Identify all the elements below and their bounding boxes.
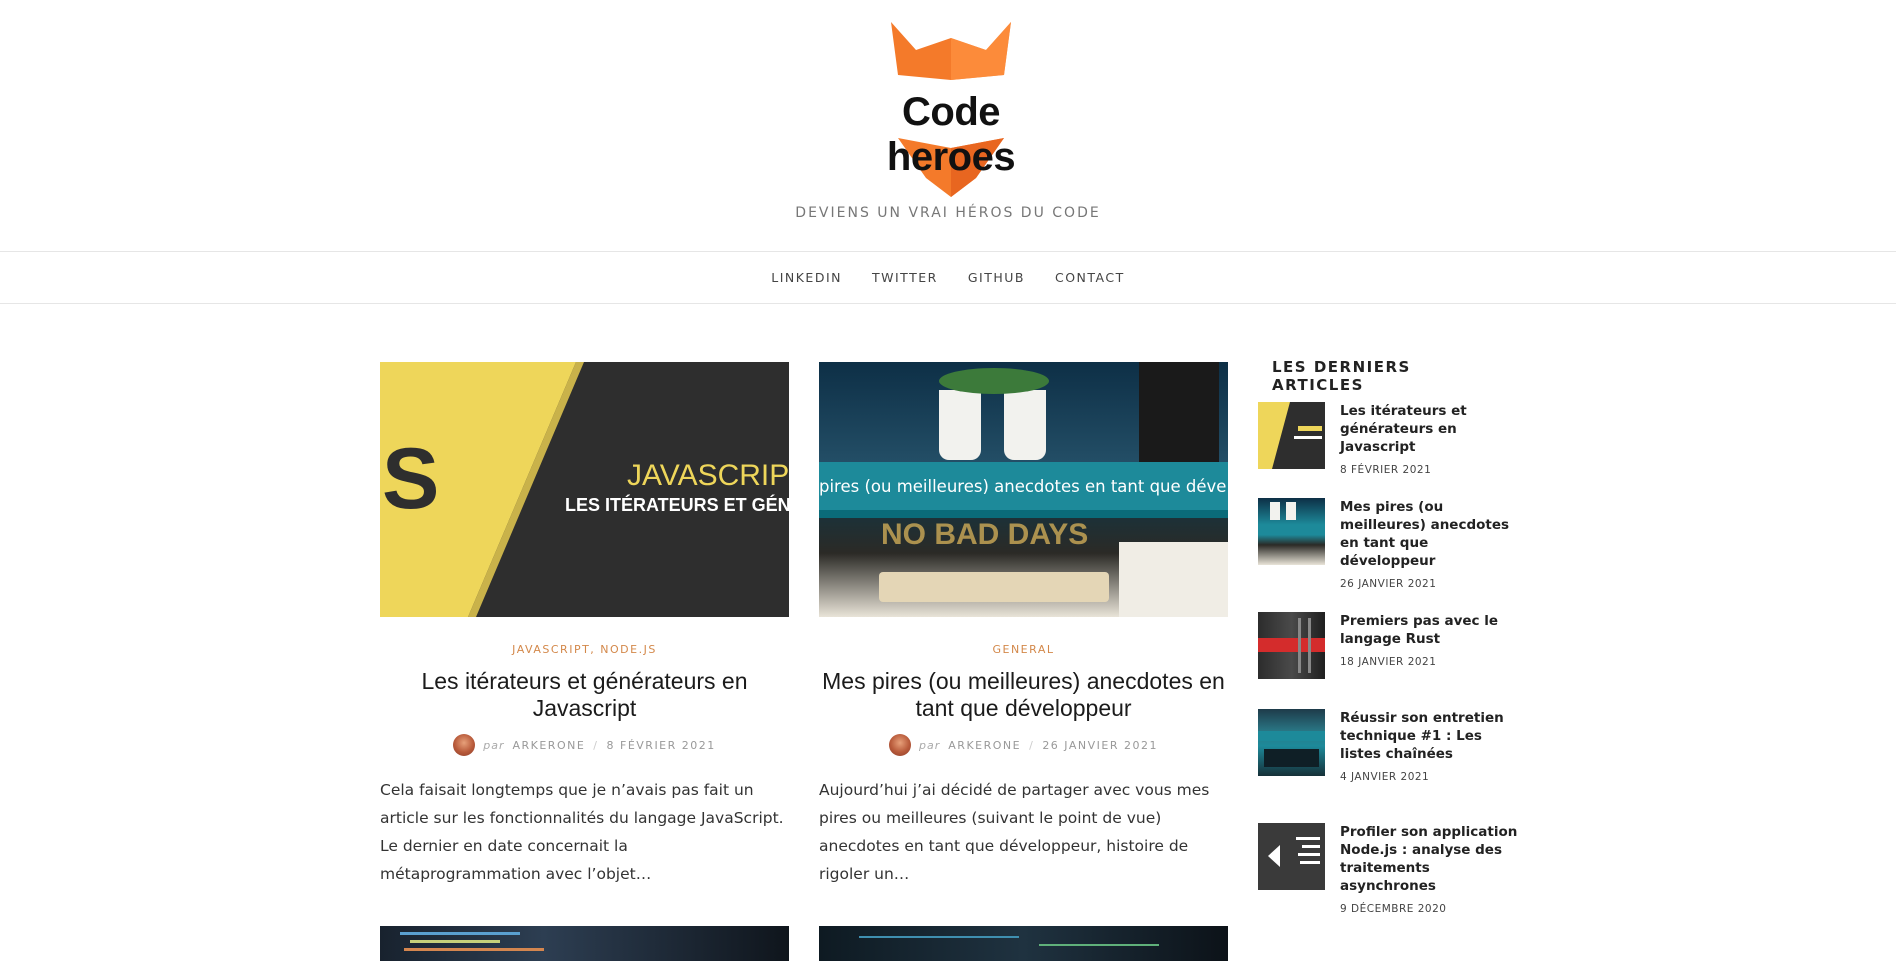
post-thumbnail[interactable]: S JAVASCRIPT LES ITÉRATEURS ET GÉNÉ	[380, 362, 789, 617]
sidebar-article-title[interactable]: Réussir son entretien technique #1 : Les…	[1340, 709, 1520, 763]
post-thumbnail[interactable]: pires (ou meilleures) anecdotes en tant …	[819, 362, 1228, 617]
nav-link-twitter[interactable]: TWITTER	[872, 270, 938, 285]
by-label: par	[919, 738, 941, 752]
by-label: par	[483, 738, 505, 752]
post-categories[interactable]: JAVASCRIPT, NODE.JS	[380, 643, 789, 656]
logo-text: Code heroes	[886, 90, 1016, 179]
plant-pot	[939, 390, 981, 460]
site-tagline: DEVIENS UN VRAI HÉROS DU CODE	[795, 205, 1101, 221]
nav-link-linkedin[interactable]: LINKEDIN	[771, 270, 842, 285]
meta-separator: /	[1029, 738, 1035, 752]
post-title[interactable]: Mes pires (ou meilleures) anecdotes en t…	[819, 668, 1228, 722]
sidebar-title: LES DERNIERS ARTICLES	[1272, 358, 1411, 394]
nav-link-contact[interactable]: CONTACT	[1055, 270, 1125, 285]
sidebar-thumbnail[interactable]	[1258, 402, 1325, 469]
sidebar-article-date: 18 JANVIER 2021	[1340, 656, 1437, 668]
sidebar-article[interactable]: Les itérateurs et générateurs en Javascr…	[1258, 402, 1520, 476]
post-excerpt: Cela faisait longtemps que je n’avais pa…	[380, 781, 784, 883]
post-thumbnail-next[interactable]	[819, 926, 1228, 961]
main-nav: LINKEDIN TWITTER GITHUB CONTACT	[0, 251, 1896, 304]
post-meta: par ARKERONE / 8 FÉVRIER 2021	[380, 734, 789, 756]
speaker	[1139, 362, 1219, 462]
sidebar-article-title[interactable]: Premiers pas avec le langage Rust	[1340, 612, 1520, 648]
sidebar: LES DERNIERS ARTICLES Les itérateurs et …	[1258, 358, 1520, 915]
post-excerpt: Aujourd’hui j’ai décidé de partager avec…	[819, 781, 1210, 883]
post-thumbnail-next[interactable]	[380, 926, 789, 961]
javascript-thumb-icon	[1258, 402, 1322, 469]
sidebar-article-title[interactable]: Profiler son application Node.js : analy…	[1340, 823, 1520, 895]
title-banner: pires (ou meilleures) anecdotes en tant …	[819, 462, 1228, 510]
sidebar-article[interactable]: Profiler son application Node.js : analy…	[1258, 823, 1520, 915]
code-line	[1039, 944, 1159, 946]
thumb-word: JAVASCRIPT	[627, 459, 789, 492]
sidebar-article-title[interactable]: Mes pires (ou meilleures) anecdotes en t…	[1340, 498, 1520, 570]
sidebar-article-date: 26 JANVIER 2021	[1340, 578, 1437, 590]
thumb-letter: S	[382, 431, 440, 527]
code-line	[404, 948, 544, 951]
site-header: Code heroes DEVIENS UN VRAI HÉROS DU COD…	[0, 0, 1896, 251]
nav-link-github[interactable]: GITHUB	[968, 270, 1025, 285]
site-logo[interactable]: Code heroes	[856, 20, 1046, 200]
post-meta: par ARKERONE / 26 JANVIER 2021	[819, 734, 1228, 756]
banner-shadow	[819, 510, 1228, 518]
plant-leaves	[939, 368, 1049, 394]
post-card: pires (ou meilleures) anecdotes en tant …	[819, 362, 1228, 888]
sidebar-article-date: 4 JANVIER 2021	[1340, 771, 1430, 783]
sidebar-article[interactable]: Réussir son entretien technique #1 : Les…	[1258, 709, 1520, 783]
sidebar-article[interactable]: Mes pires (ou meilleures) anecdotes en t…	[1258, 498, 1520, 590]
sidebar-thumbnail[interactable]	[1258, 823, 1325, 890]
plant-pot	[1004, 390, 1046, 460]
author-name[interactable]: ARKERONE	[948, 739, 1021, 752]
post-card: S JAVASCRIPT LES ITÉRATEURS ET GÉNÉ JAVA…	[380, 362, 789, 888]
sidebar-heading: LES DERNIERS ARTICLES	[1258, 358, 1520, 394]
author-name[interactable]: ARKERONE	[512, 739, 585, 752]
meta-separator: /	[593, 738, 599, 752]
mug	[1119, 542, 1228, 617]
thumb-subtitle: LES ITÉRATEURS ET GÉNÉ	[565, 495, 789, 515]
sidebar-thumbnail[interactable]	[1258, 498, 1325, 565]
post-categories[interactable]: GENERAL	[819, 643, 1228, 656]
post-date: 8 FÉVRIER 2021	[606, 738, 716, 752]
code-line	[410, 940, 500, 943]
sidebar-article-date: 8 FÉVRIER 2021	[1340, 464, 1432, 476]
sidebar-article-date: 9 DÉCEMBRE 2020	[1340, 903, 1447, 915]
nodejs-thumb-icon	[1268, 837, 1320, 867]
banner-text: pires (ou meilleures) anecdotes en tant …	[819, 476, 1228, 496]
code-line	[400, 932, 520, 935]
post-title[interactable]: Les itérateurs et générateurs en Javascr…	[380, 668, 789, 722]
rack-line	[1308, 618, 1311, 673]
red-banner	[1258, 638, 1325, 652]
notebook	[879, 572, 1109, 602]
rack-line	[1298, 618, 1301, 673]
screen	[1264, 749, 1319, 767]
plant-pot	[1286, 502, 1296, 520]
author-avatar	[889, 734, 912, 756]
sign-text: NO BAD DAYS	[881, 518, 1089, 551]
sidebar-article[interactable]: Premiers pas avec le langage Rust 18 JAN…	[1258, 612, 1520, 679]
post-date: 26 JANVIER 2021	[1042, 738, 1158, 752]
title-banner	[1258, 731, 1325, 741]
code-line	[859, 936, 1019, 938]
sidebar-article-title[interactable]: Les itérateurs et générateurs en Javascr…	[1340, 402, 1520, 456]
plant-pot	[1270, 502, 1280, 520]
author-avatar	[453, 734, 476, 756]
sidebar-thumbnail[interactable]	[1258, 709, 1325, 776]
sidebar-thumbnail[interactable]	[1258, 612, 1325, 679]
